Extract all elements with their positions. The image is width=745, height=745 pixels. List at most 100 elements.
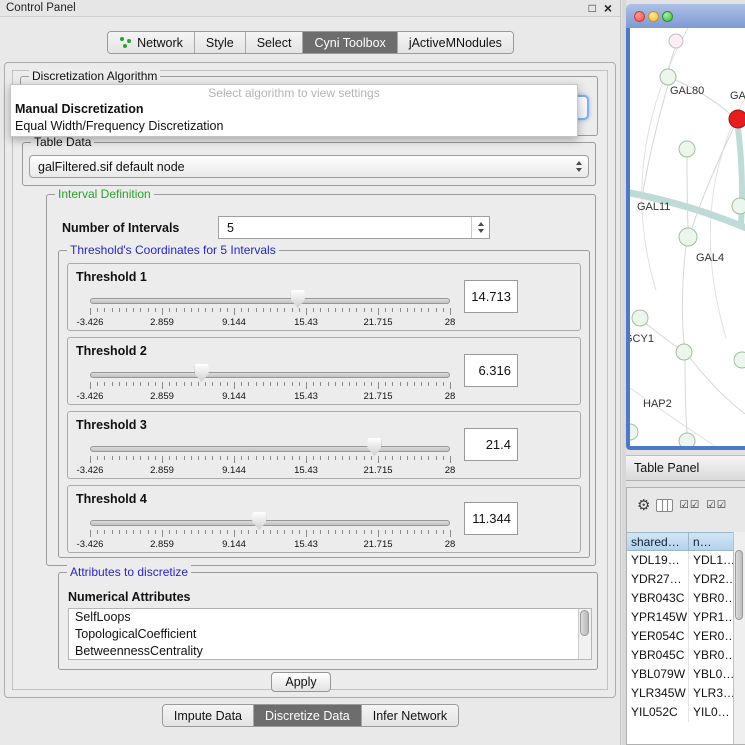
attribute-list-item[interactable]: BetweennessCentrality: [69, 643, 591, 660]
threshold-slider[interactable]: -3.4262.8599.14415.4321.71528: [90, 338, 450, 404]
table-row[interactable]: YBL079WYBL0…: [627, 665, 734, 684]
tick-mark: [328, 382, 329, 386]
threshold-value-input[interactable]: 11.344: [464, 502, 518, 535]
tick-mark: [126, 530, 127, 534]
tick-mark: [342, 308, 343, 312]
zoom-traffic-light-icon[interactable]: [662, 11, 673, 22]
close-icon[interactable]: ×: [604, 0, 612, 17]
slider-thumb[interactable]: [367, 438, 381, 456]
network-node[interactable]: [732, 198, 745, 214]
tick-mark: [392, 308, 393, 312]
table-row[interactable]: YIL052CYIL0…: [627, 703, 734, 722]
network-node[interactable]: [679, 228, 697, 246]
network-node[interactable]: [676, 344, 692, 360]
tick-mark: [241, 530, 242, 534]
tick-mark: [126, 382, 127, 386]
column-header-shared-name[interactable]: shared…: [627, 532, 689, 551]
spinner-stepper-icon[interactable]: [471, 217, 489, 238]
slider-thumb[interactable]: [195, 364, 209, 382]
slider-thumb[interactable]: [291, 290, 305, 308]
bottom-tab-infer-network[interactable]: Infer Network: [362, 705, 458, 726]
tick-mark: [263, 382, 264, 386]
bottom-tab-discretize-data[interactable]: Discretize Data: [254, 705, 362, 726]
bottom-tab-label: Infer Network: [373, 709, 447, 723]
tick-mark: [392, 530, 393, 534]
numerical-attributes-list[interactable]: SelfLoopsTopologicalCoefficientBetweenne…: [68, 608, 592, 660]
network-window-titlebar[interactable]: [626, 4, 745, 28]
network-node[interactable]: [679, 433, 695, 446]
top-tab-bar: NetworkStyleSelectCyni ToolboxjActiveMNo…: [0, 31, 621, 54]
network-node[interactable]: [669, 34, 683, 48]
cell-shared-name: YLR345W: [627, 684, 689, 703]
tick-mark: [184, 382, 185, 386]
float-window-icon[interactable]: □: [589, 0, 596, 17]
tick-mark: [428, 382, 429, 386]
tab-cyni-toolbox[interactable]: Cyni Toolbox: [303, 32, 397, 53]
threshold-value-input[interactable]: 6.316: [464, 354, 518, 387]
apply-button[interactable]: Apply: [271, 672, 331, 692]
table-row[interactable]: YBR045CYBR0…: [627, 646, 734, 665]
gear-icon[interactable]: ⚙: [637, 496, 650, 514]
slider-thumb[interactable]: [252, 512, 266, 530]
column-header-name[interactable]: n…: [689, 532, 734, 551]
table-row[interactable]: YDR27…YDR2…: [627, 570, 734, 589]
network-canvas[interactable]: GAL80GAGAL11GAL4GCY1HAP2: [630, 28, 745, 446]
scale-label: 15.43: [294, 539, 318, 550]
tick-mark: [313, 530, 314, 534]
tick-mark: [400, 308, 401, 312]
table-row[interactable]: YBR043CYBR0…: [627, 589, 734, 608]
bottom-tab-impute-data[interactable]: Impute Data: [163, 705, 254, 726]
threshold-slider[interactable]: -3.4262.8599.14415.4321.71528: [90, 486, 450, 552]
threshold-value-input[interactable]: 14.713: [464, 280, 518, 313]
table-scrollbar-thumb[interactable]: [735, 550, 743, 620]
table-scrollbar[interactable]: [733, 532, 745, 744]
threshold-slider[interactable]: -3.4262.8599.14415.4321.71528: [90, 412, 450, 478]
tick-mark: [400, 456, 401, 460]
attribute-list-item[interactable]: SelfLoops: [69, 609, 591, 626]
table-row[interactable]: YDL19…YDL1…: [627, 551, 734, 570]
network-node[interactable]: [734, 352, 745, 368]
table-row[interactable]: YLR345WYLR3…: [627, 684, 734, 703]
table-row[interactable]: YER054CYER0…: [627, 627, 734, 646]
tick-mark: [241, 382, 242, 386]
minimize-traffic-light-icon[interactable]: [648, 11, 659, 22]
network-tab-icon: [119, 37, 132, 49]
tick-mark: [263, 308, 264, 312]
network-node[interactable]: [632, 310, 648, 326]
tab-network[interactable]: Network: [108, 32, 195, 53]
tick-mark: [450, 530, 451, 537]
scale-label: 15.43: [294, 317, 318, 328]
select-rows-icon[interactable]: ☑☑: [706, 499, 727, 511]
algorithm-option-equal-width-frequency-discretization[interactable]: Equal Width/Frequency Discretization: [11, 118, 577, 135]
tick-mark: [169, 530, 170, 534]
show-columns-icon[interactable]: ☑☑: [679, 499, 700, 511]
tick-mark: [248, 530, 249, 534]
tab-style[interactable]: Style: [195, 32, 246, 53]
tab-jactivemnodules[interactable]: jActiveMNodules: [398, 32, 513, 53]
threshold-value-input[interactable]: 21.4: [464, 428, 518, 461]
network-node[interactable]: [729, 110, 745, 128]
tick-mark: [198, 456, 199, 460]
tick-mark: [191, 456, 192, 460]
tick-mark: [320, 530, 321, 534]
number-of-intervals-spinner[interactable]: 5: [218, 216, 490, 239]
close-traffic-light-icon[interactable]: [634, 11, 645, 22]
algorithm-option-manual-discretization[interactable]: Manual Discretization: [11, 101, 577, 118]
tick-mark: [155, 530, 156, 534]
list-scrollbar[interactable]: [578, 609, 591, 659]
network-graph[interactable]: GAL80GAGAL11GAL4GCY1HAP2: [630, 28, 745, 446]
column-settings-icon[interactable]: [656, 499, 673, 512]
table-row[interactable]: YPR145WYPR1…: [627, 608, 734, 627]
attribute-list-item[interactable]: TopologicalCoefficient: [69, 626, 591, 643]
network-node[interactable]: [630, 424, 638, 440]
tab-select[interactable]: Select: [246, 32, 304, 53]
network-node[interactable]: [679, 141, 695, 157]
tick-mark: [328, 308, 329, 312]
network-node[interactable]: [660, 69, 676, 85]
tick-mark: [148, 308, 149, 312]
list-scrollbar-thumb[interactable]: [580, 610, 589, 636]
table-data-dropdown[interactable]: galFiltered.sif default node: [29, 155, 589, 178]
bottom-tab-label: Impute Data: [174, 709, 242, 723]
network-edge: [682, 246, 686, 344]
threshold-slider[interactable]: -3.4262.8599.14415.4321.71528: [90, 264, 450, 330]
